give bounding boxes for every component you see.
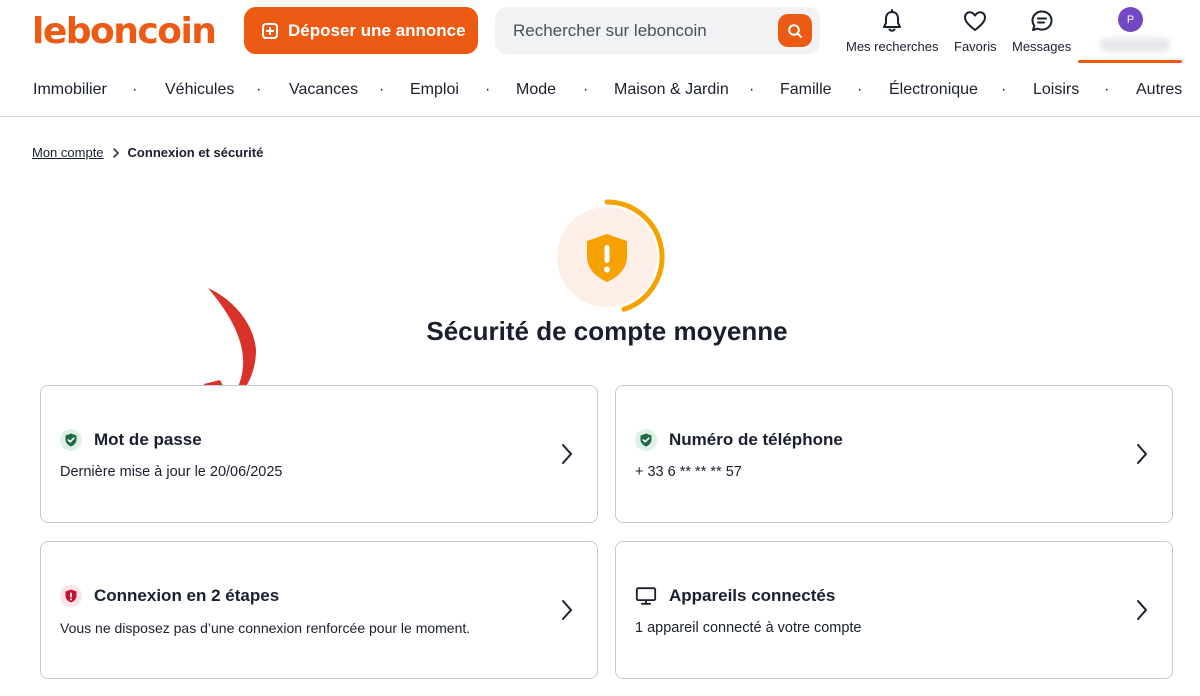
- shield-check-icon: [635, 429, 657, 451]
- search-button[interactable]: [778, 14, 812, 47]
- search-icon: [788, 23, 802, 38]
- account-active-underline: [1078, 60, 1182, 63]
- category-maison-jardin[interactable]: Maison & Jardin: [614, 81, 729, 99]
- two-step-card-title: Connexion en 2 étapes: [94, 586, 280, 605]
- account-name-blurred[interactable]: [1100, 38, 1170, 52]
- phone-card-title: Numéro de téléphone: [669, 430, 843, 449]
- chat-bubble-icon: [1031, 10, 1053, 31]
- security-status-title: Sécurité de compte moyenne: [426, 316, 788, 346]
- messages-link[interactable]: Messages: [1012, 8, 1071, 54]
- security-level-gauge: [557, 199, 665, 312]
- bell-icon: [883, 9, 902, 32]
- favorites-label: Favoris: [954, 39, 997, 54]
- category-autres[interactable]: Autres: [1136, 81, 1182, 99]
- monitor-icon: [635, 587, 657, 605]
- chevron-right-icon: [562, 444, 572, 464]
- post-ad-button[interactable]: Déposer une annonce: [244, 7, 478, 54]
- category-separator: ·: [583, 81, 589, 98]
- category-separator: ·: [857, 81, 863, 98]
- chevron-right-icon: [562, 600, 572, 620]
- password-card-title: Mot de passe: [94, 430, 202, 449]
- messages-label: Messages: [1012, 39, 1072, 54]
- category-famille[interactable]: Famille: [780, 81, 832, 99]
- category-separator: ·: [379, 81, 385, 98]
- my-searches-link[interactable]: Mes recherches: [846, 8, 938, 54]
- top-header: leboncoin Déposer une annonce Mes recher…: [0, 0, 1200, 64]
- category-separator: ·: [256, 81, 262, 98]
- plus-square-icon: [262, 22, 278, 39]
- phone-card-subtitle: + 33 6 ** ** ** 57: [635, 464, 742, 480]
- category-vacances[interactable]: Vacances: [289, 81, 358, 99]
- my-searches-label: Mes recherches: [846, 39, 939, 54]
- leboncoin-logo[interactable]: leboncoin: [32, 10, 217, 54]
- category-vehicules[interactable]: Véhicules: [165, 81, 234, 99]
- phone-card[interactable]: Numéro de téléphone + 33 6 ** ** ** 57: [615, 385, 1173, 523]
- category-separator: ·: [485, 81, 491, 98]
- category-loisirs[interactable]: Loisirs: [1033, 81, 1079, 99]
- chevron-right-icon: [112, 147, 119, 158]
- category-nav: Immobilier · Véhicules · Vacances · Empl…: [0, 64, 1200, 117]
- two-step-card[interactable]: Connexion en 2 étapes Vous ne disposez p…: [40, 541, 598, 679]
- devices-card-subtitle: 1 appareil connecté à votre compte: [635, 620, 862, 636]
- chevron-right-icon: [1137, 444, 1147, 464]
- devices-card-title: Appareils connectés: [669, 586, 836, 605]
- category-separator: ·: [1104, 81, 1110, 98]
- category-emploi[interactable]: Emploi: [410, 81, 459, 99]
- search-input[interactable]: [513, 20, 763, 41]
- breadcrumb-my-account[interactable]: Mon compte: [32, 145, 104, 160]
- category-immobilier[interactable]: Immobilier: [33, 81, 107, 99]
- breadcrumb: Mon compte Connexion et sécurité: [32, 145, 263, 160]
- post-ad-button-label: Déposer une annonce: [288, 20, 466, 40]
- devices-card[interactable]: Appareils connectés 1 appareil connecté …: [615, 541, 1173, 679]
- password-card[interactable]: Mot de passe Dernière mise à jour le 20/…: [40, 385, 598, 523]
- search-bar: [495, 7, 820, 54]
- shield-check-icon: [60, 429, 82, 451]
- shield-alert-icon: [60, 585, 82, 607]
- category-electronique[interactable]: Électronique: [889, 81, 978, 99]
- category-separator: ·: [749, 81, 755, 98]
- category-mode[interactable]: Mode: [516, 81, 556, 99]
- category-separator: ·: [132, 81, 138, 98]
- avatar[interactable]: P: [1118, 7, 1143, 32]
- category-separator: ·: [1001, 81, 1007, 98]
- favorites-link[interactable]: Favoris: [954, 8, 997, 54]
- heart-icon: [964, 11, 987, 31]
- chevron-right-icon: [1137, 600, 1147, 620]
- breadcrumb-current: Connexion et sécurité: [127, 145, 264, 160]
- password-card-subtitle: Dernière mise à jour le 20/06/2025: [60, 464, 283, 480]
- two-step-card-subtitle: Vous ne disposez pas d’une connexion ren…: [60, 620, 471, 636]
